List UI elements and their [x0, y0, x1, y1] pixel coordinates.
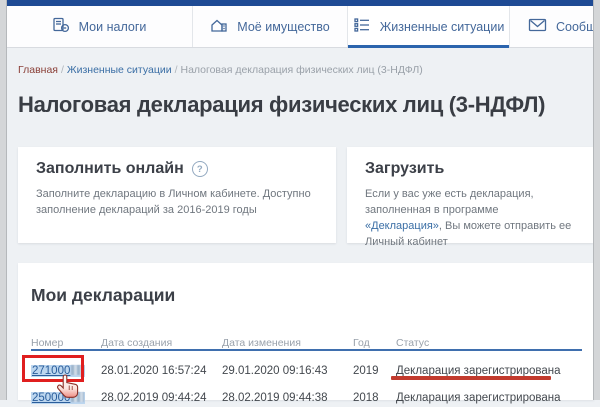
column-header-year: Год [353, 338, 396, 350]
window-edge-left [0, 0, 7, 400]
top-navy-bar [6, 0, 594, 6]
upload-card-text: Если у вас уже есть декларация, заполнен… [365, 187, 575, 251]
tab-label: Моё имущество [237, 20, 329, 34]
question-circle-icon[interactable]: ? [192, 161, 208, 177]
declaration-created: 28.02.2019 09:44:24 [101, 378, 222, 405]
upload-card-title: Загрузить [365, 160, 444, 178]
column-header-created: Дата создания [101, 338, 222, 350]
tab-my-property[interactable]: Моё имущество [193, 6, 348, 47]
taxes-icon [52, 16, 70, 37]
declaration-year: 2018 [353, 378, 396, 405]
declaration-modified: 28.02.2019 09:44:38 [222, 378, 353, 405]
tab-messages[interactable]: Сообщения [510, 6, 594, 47]
breadcrumb-current: Налоговая декларация физических лиц (3-Н… [180, 64, 422, 76]
tab-label: Сообщения [556, 20, 594, 34]
declaration-row: 271000 28.01.2020 16:57:24 29.01.2020 09… [31, 350, 582, 378]
tab-label: Мои налоги [79, 20, 147, 34]
declaration-program-link[interactable]: «Декларация» [365, 220, 439, 232]
declaration-year: 2019 [353, 350, 396, 378]
annotation-red-underline [391, 376, 551, 380]
breadcrumb: Главная/Жизненные ситуации/Налоговая дек… [18, 64, 423, 76]
column-header-modified: Дата изменения [222, 338, 353, 350]
tab-life-situations[interactable]: Жизненные ситуации [348, 6, 510, 47]
messages-envelope-icon [528, 17, 547, 36]
declaration-modified: 29.01.2020 09:16:43 [222, 350, 353, 378]
column-header-status: Статус [396, 338, 582, 350]
tab-label: Жизненные ситуации [380, 20, 505, 34]
declarations-header-row: Номер Дата создания Дата изменения Год С… [31, 338, 582, 350]
declaration-created: 28.01.2020 16:57:24 [101, 350, 222, 378]
fill-online-card-title: Заполнить онлайн [36, 160, 184, 178]
declarations-table: Номер Дата создания Дата изменения Год С… [31, 338, 582, 405]
my-declarations-heading: Мои декларации [31, 285, 594, 305]
breadcrumb-home-link[interactable]: Главная [18, 64, 58, 76]
fill-online-card-text: Заполните декларацию в Личном кабинете. … [36, 187, 318, 219]
upload-card[interactable]: Загрузить Если у вас уже есть декларация… [347, 147, 593, 243]
window-edge-right [593, 0, 600, 400]
life-situations-icon [353, 16, 371, 37]
fill-online-card[interactable]: Заполнить онлайн ? Заполните декларацию … [18, 147, 336, 243]
property-icon [210, 16, 228, 37]
column-header-number: Номер [31, 338, 101, 350]
breadcrumb-separator: / [58, 64, 67, 76]
page-title: Налоговая декларация физических лиц (3-Н… [18, 92, 545, 118]
declaration-status: Декларация зарегистрирована [396, 350, 582, 378]
tab-my-taxes[interactable]: Мои налоги [6, 6, 193, 47]
breadcrumb-section-link[interactable]: Жизненные ситуации [67, 64, 172, 76]
declaration-status: Декларация зарегистрирована [396, 378, 582, 405]
hand-cursor-icon [55, 374, 83, 407]
main-navigation: Мои налоги Моё имущество Жизненные ситуа… [6, 6, 594, 48]
declaration-row: 250000 28.02.2019 09:44:24 28.02.2019 09… [31, 378, 582, 405]
